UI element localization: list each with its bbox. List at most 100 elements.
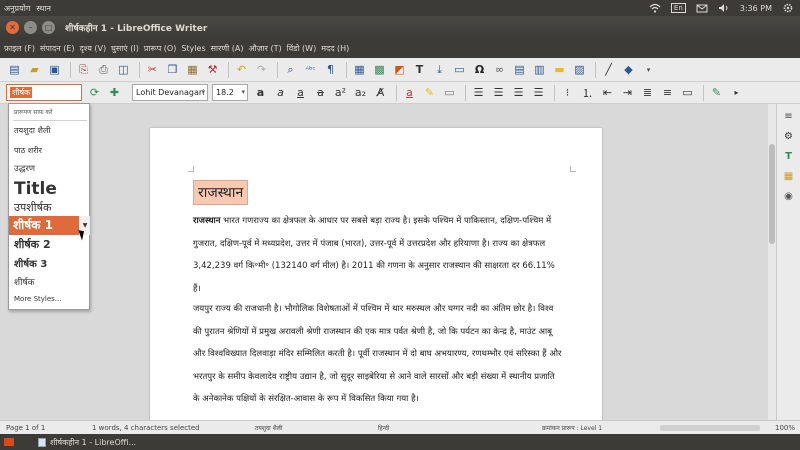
page-break-icon[interactable]: ⤓ [431,61,448,78]
document-paragraph[interactable]: जयपुर राज्य की राजधानी है। भौगोलिक विशेष… [193,298,563,411]
close-button[interactable]: ✕ [6,20,19,34]
numbered-list-icon[interactable]: ⒈ [579,84,596,101]
decrease-indent-icon[interactable]: ⇤ [599,84,616,101]
align-right-icon[interactable]: ☰ [510,84,527,101]
align-center-icon[interactable]: ☰ [490,84,507,101]
gallery-icon[interactable]: ▦ [781,168,797,184]
comment-icon[interactable]: ▬ [551,61,568,78]
clear-formatting-icon[interactable]: A̸ [372,84,389,101]
sidebar-menu-icon[interactable]: ≡ [781,108,797,124]
chevron-down-icon[interactable]: ▾ [201,88,205,96]
clear-formatting-option[interactable]: प्रारूपण साफ़ करें [9,108,91,116]
new-document-icon[interactable]: ▤ [6,61,23,78]
menu-help[interactable]: मदद (H) [321,43,349,54]
strikethrough-icon[interactable]: a [312,84,329,101]
paste-icon[interactable]: ▦ [184,61,201,78]
font-size-combo[interactable]: 18.2 ▾ [212,84,248,101]
underline-icon[interactable]: a [292,84,309,101]
bold-icon[interactable]: a [252,84,269,101]
gear-icon[interactable] [782,3,794,13]
export-pdf-icon[interactable]: ⎘ [75,61,92,78]
menu-table[interactable]: सारणी (A) [211,43,244,54]
font-color-icon[interactable]: a [401,84,418,101]
word-count[interactable]: 1 words, 4 characters selected [92,424,200,432]
navigator-icon[interactable]: ◉ [781,188,797,204]
style-option-text-body[interactable]: पाठ शरीर [9,145,91,156]
style-option-title[interactable]: Title [9,179,91,199]
increase-indent-icon[interactable]: ⇥ [619,84,636,101]
properties-icon[interactable]: ⚙ [781,128,797,144]
undo-icon[interactable]: ↶ [233,61,250,78]
style-option-heading-2[interactable]: शीर्षक 2 [9,237,91,252]
insert-chart-icon[interactable]: ◩ [391,61,408,78]
line-spacing-icon[interactable]: ≣ [639,84,656,101]
dropdown-arrow-icon[interactable]: ▾ [640,61,657,78]
more-styles-option[interactable]: More Styles... [9,295,91,303]
line-icon[interactable]: ╱ [600,61,617,78]
find-replace-icon[interactable]: ⌕ [282,61,299,78]
copy-icon[interactable]: ❐ [164,61,181,78]
clone-formatting-icon[interactable]: ⚒ [204,61,221,78]
basic-shapes-icon[interactable]: ◆ [620,61,637,78]
formatting-marks-icon[interactable]: ¶ [322,61,339,78]
zoom-slider[interactable] [660,425,760,431]
menu-edit[interactable]: संपादन (E) [40,43,75,54]
insert-image-icon[interactable]: ▩ [371,61,388,78]
page-style[interactable]: तयशुदा शैली [255,424,282,432]
applications-menu[interactable]: अनुप्रयोग [4,3,30,14]
special-character-icon[interactable]: Ω [471,61,488,78]
spelling-icon[interactable]: ᴬᵇᶜ [302,61,319,78]
open-folder-icon[interactable]: ▰ [26,61,43,78]
print-icon[interactable]: ⎙ [95,61,112,78]
subscript-icon[interactable]: a₂ [352,84,369,101]
zoom-level[interactable]: 100% [775,424,795,432]
superscript-icon[interactable]: a² [332,84,349,101]
redo-icon[interactable]: ↷ [253,61,270,78]
maximize-button[interactable]: □ [42,20,55,34]
taskbar-item[interactable]: शीर्षकहीन 1 - LibreOffi... [38,437,136,448]
print-preview-icon[interactable]: ◫ [115,61,132,78]
chevron-down-icon[interactable]: ▾ [241,88,245,96]
style-option-default[interactable]: तयशुदा शैली [9,125,91,136]
font-name-combo[interactable]: Lohit Devanagari ▾ [132,84,208,101]
paragraph-style-combo[interactable]: शीर्षक [6,84,82,101]
menu-view[interactable]: दृश्य (V) [80,43,107,54]
styles-icon[interactable]: T [781,148,797,164]
insert-table-icon[interactable]: ▦ [351,61,368,78]
style-option-quotations[interactable]: उद्धरण [9,163,91,174]
page-count[interactable]: Page 1 of 1 [6,424,45,432]
pen-icon[interactable]: ✎ [708,84,725,101]
mail-icon[interactable] [696,3,708,13]
justify-icon[interactable]: ☰ [530,84,547,101]
insert-field-icon[interactable]: ▭ [451,61,468,78]
char-shading-icon[interactable]: ▭ [441,84,458,101]
italic-icon[interactable]: a [272,84,289,101]
new-style-icon[interactable]: ✚ [106,84,123,101]
style-option-heading-1[interactable]: शीर्षक 1 [9,216,79,235]
menu-insert[interactable]: घुसाएं (I) [111,43,139,54]
bookmark-icon[interactable]: ▥ [531,61,548,78]
footnote-icon[interactable]: ▤ [511,61,528,78]
paragraph-spacing-icon[interactable]: ≡ [659,84,676,101]
more-options-icon[interactable]: ▸ [728,84,745,101]
update-style-icon[interactable]: ⟳ [86,84,103,101]
document-page[interactable]: राजस्थान राजस्थान भारत गणराज्य का क्षेत्… [150,128,602,420]
volume-icon[interactable] [718,3,730,13]
minimize-button[interactable]: – [24,20,37,34]
vertical-scrollbar[interactable] [768,104,776,420]
style-option-subtitle[interactable]: उपशीर्षक [9,200,91,215]
places-menu[interactable]: स्थान [36,3,51,14]
menu-window[interactable]: विंडो (W) [287,43,317,54]
style-option-heading-3[interactable]: शीर्षक 3 [9,256,91,270]
clock[interactable]: 3:36 PM [740,4,772,13]
cut-icon[interactable]: ✂ [144,61,161,78]
keyboard-layout-indicator[interactable]: En [670,3,686,13]
bullet-list-icon[interactable]: ⁝ [559,84,576,101]
menu-styles[interactable]: Styles [181,44,205,53]
paragraph-style-value[interactable]: शीर्षक [10,87,33,98]
para-background-icon[interactable]: ▭ [679,84,696,101]
text-language[interactable]: हिन्दी [378,424,389,432]
menu-tools[interactable]: औज़ार (T) [248,43,281,54]
menu-file[interactable]: फ़ाइल (F) [4,43,35,54]
scrollbar-thumb[interactable] [769,144,775,244]
